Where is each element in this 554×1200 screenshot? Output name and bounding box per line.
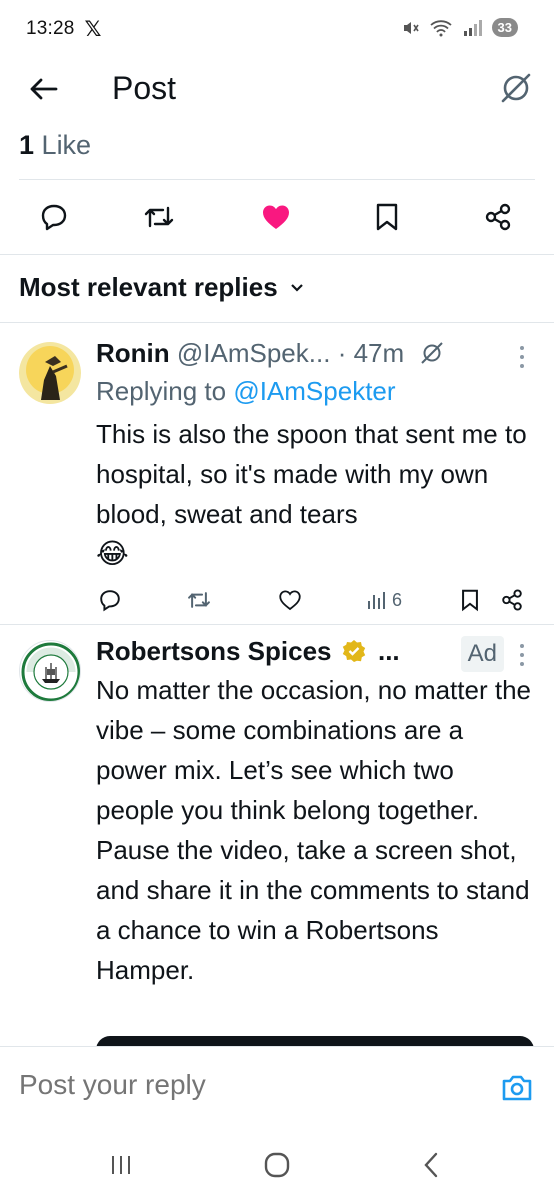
grok-icon[interactable]	[498, 70, 534, 106]
reply-button[interactable]	[98, 582, 122, 618]
back-arrow-icon[interactable]	[26, 72, 60, 106]
home-icon	[264, 1152, 290, 1178]
ad-header: Robertsons Spices ...	[96, 636, 400, 667]
replies-sort-dropdown[interactable]: Most relevant replies	[19, 272, 304, 303]
home-button[interactable]	[260, 1148, 294, 1182]
author-name[interactable]: Ronin	[96, 338, 170, 368]
ad-header-ellipsis: ...	[377, 636, 400, 666]
app-header: Post	[0, 60, 554, 118]
status-icons: 33	[402, 18, 518, 37]
wifi-icon	[429, 19, 452, 36]
share-button[interactable]	[500, 582, 524, 618]
divider	[0, 254, 554, 255]
likes-label: Like	[41, 130, 92, 160]
battery-badge: 33	[491, 18, 518, 37]
comment-icon	[100, 590, 120, 612]
back-icon	[424, 1152, 438, 1178]
heart-icon	[279, 590, 301, 611]
bookmark-button[interactable]	[460, 582, 480, 618]
back-button[interactable]	[414, 1148, 448, 1182]
laughing-emoji-icon: 😂	[96, 538, 129, 569]
divider	[0, 322, 554, 323]
replying-to: Replying to @IAmSpekter	[96, 376, 396, 407]
likes-count[interactable]: 1 Like	[19, 130, 91, 161]
like-button[interactable]	[278, 582, 302, 618]
bookmark-icon	[376, 203, 398, 231]
more-icon[interactable]	[512, 342, 532, 372]
divider	[19, 179, 535, 180]
sort-label: Most relevant replies	[19, 272, 278, 302]
repost-icon	[144, 206, 174, 228]
grok-icon[interactable]	[419, 340, 445, 366]
divider	[0, 624, 554, 625]
reply-header: Ronin @IAmSpek... · 47m	[96, 338, 445, 369]
x-logo-icon: 𝕏	[84, 17, 102, 41]
avatar[interactable]	[19, 640, 81, 702]
bookmark-icon	[462, 589, 478, 612]
views-count: 6	[392, 589, 403, 610]
ad-text: No matter the occasion, no matter the vi…	[96, 675, 531, 985]
views-icon	[368, 592, 385, 609]
heart-icon	[263, 205, 289, 229]
post-action-bar	[0, 186, 554, 248]
verified-icon	[342, 640, 365, 662]
reply-button[interactable]	[36, 199, 72, 235]
share-icon	[502, 589, 522, 611]
reply-input[interactable]	[19, 1069, 479, 1101]
robertsons-logo	[21, 642, 80, 701]
chevron-down-icon	[290, 283, 303, 292]
camera-icon[interactable]	[500, 1071, 534, 1105]
recents-button[interactable]	[104, 1148, 138, 1182]
share-button[interactable]	[480, 199, 516, 235]
recents-icon	[112, 1156, 130, 1174]
bookmark-button[interactable]	[369, 199, 405, 235]
status-time: 13:28	[26, 18, 75, 39]
comment-icon	[41, 204, 67, 231]
post-time: · 47m	[337, 338, 405, 368]
system-nav-bar	[0, 1130, 554, 1200]
author-name[interactable]: Robertsons Spices	[96, 636, 332, 666]
share-icon	[485, 203, 511, 231]
page-title: Post	[112, 70, 177, 106]
repost-icon	[188, 592, 210, 608]
ad-badge: Ad	[460, 636, 504, 672]
replying-prefix: Replying to	[96, 376, 234, 406]
repost-button[interactable]	[141, 199, 177, 235]
author-handle[interactable]: @IAmSpek...	[177, 338, 331, 368]
status-bar: 13:28 𝕏 33	[0, 0, 554, 58]
likes-number: 1	[19, 130, 35, 160]
reply-action-bar: 6	[0, 582, 554, 618]
reply-composer	[0, 1046, 554, 1130]
reply-body: This is also the spoon that sent me to h…	[96, 419, 527, 529]
avatar-image	[19, 342, 81, 404]
avatar[interactable]	[19, 342, 81, 404]
mute-icon	[403, 21, 419, 34]
replying-handle-link[interactable]: @IAmSpekter	[233, 376, 395, 406]
signal-icon	[463, 19, 482, 36]
views-button[interactable]: 6	[366, 582, 402, 618]
like-button[interactable]	[258, 199, 294, 235]
reply-text: This is also the spoon that sent me to h…	[96, 414, 532, 574]
repost-button[interactable]	[186, 582, 212, 618]
more-icon[interactable]	[512, 640, 532, 670]
